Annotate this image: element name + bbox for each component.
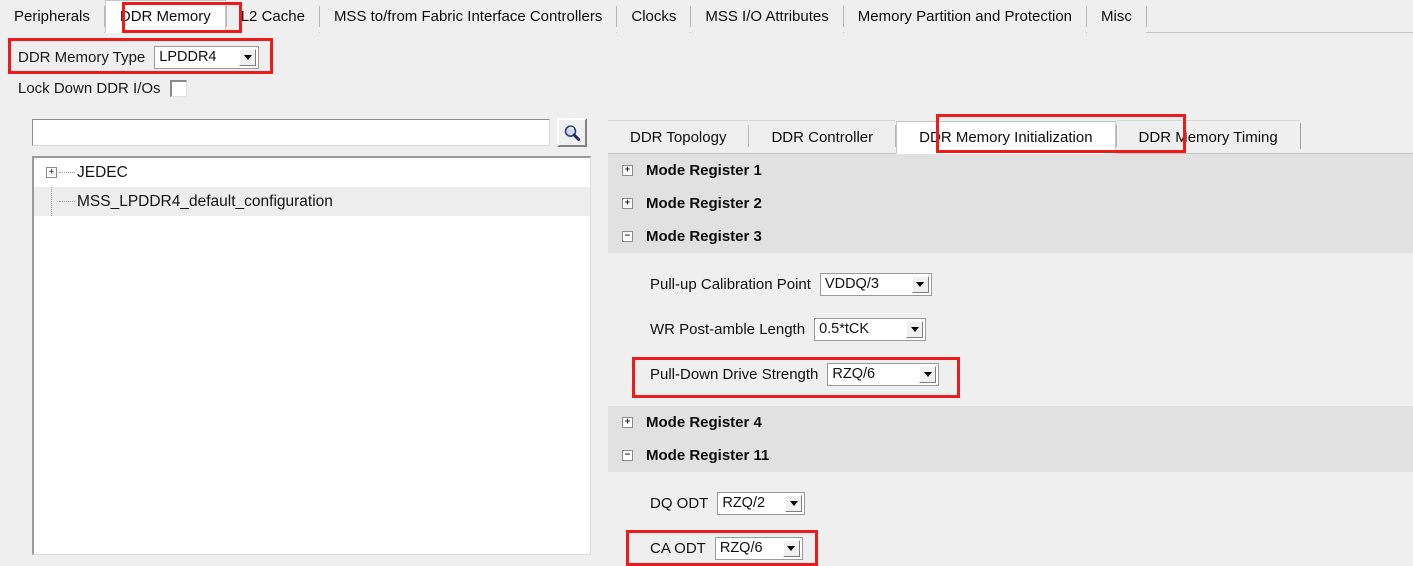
field-row-wr-post-amble-length: WR Post-amble Length 0.5*tCK bbox=[608, 307, 1413, 352]
tab-mss-i-o-attributes[interactable]: MSS I/O Attributes bbox=[691, 0, 843, 33]
lock-down-ddr-ios-label: Lock Down DDR I/Os bbox=[18, 79, 161, 97]
tree-connector-dots bbox=[59, 200, 75, 203]
section-title: Mode Register 1 bbox=[646, 162, 762, 179]
field-row-ca-odt: CA ODT RZQ/6 bbox=[608, 526, 1413, 566]
tab-clocks[interactable]: Clocks bbox=[617, 0, 691, 33]
ca-odt-label: CA ODT bbox=[650, 540, 706, 557]
chevron-down-icon[interactable] bbox=[906, 321, 924, 338]
section-header-mode-register-4[interactable]: + Mode Register 4 bbox=[608, 406, 1413, 439]
chevron-down-icon[interactable] bbox=[919, 366, 937, 383]
dq-odt-label: DQ ODT bbox=[650, 495, 709, 512]
expand-icon[interactable]: + bbox=[46, 167, 57, 178]
search-icon bbox=[564, 124, 581, 141]
tree-item-label: JEDEC bbox=[77, 163, 128, 181]
pull-down-drive-strength-label: Pull-Down Drive Strength bbox=[650, 366, 819, 383]
tab-peripherals[interactable]: Peripherals bbox=[0, 0, 104, 33]
ddr-memory-initialization-panel: + Mode Register 1 + Mode Register 2 − Mode Re… bbox=[608, 154, 1413, 566]
configuration-tree-panel[interactable]: + JEDEC MSS_LPDDR4_default_configuration bbox=[32, 156, 591, 555]
tree-item-jedec[interactable]: + JEDEC bbox=[34, 158, 590, 187]
lock-down-ddr-ios-row: Lock Down DDR I/Os bbox=[18, 76, 187, 100]
expand-icon[interactable]: + bbox=[622, 198, 633, 209]
tree-connector-line bbox=[51, 187, 53, 216]
tab-ddr-topology[interactable]: DDR Topology bbox=[608, 120, 749, 153]
pull-up-calibration-point-value: VDDQ/3 bbox=[824, 276, 879, 292]
section-spacer bbox=[608, 253, 1413, 262]
ddr-memory-type-label: DDR Memory Type bbox=[18, 48, 146, 66]
chevron-down-icon[interactable] bbox=[782, 540, 800, 557]
main-tab-bar: Peripherals DDR Memory L2 Cache MSS to/from… bbox=[0, 0, 1413, 33]
section-title: Mode Register 3 bbox=[646, 228, 762, 245]
ddr-settings-tab-bar: DDR Topology DDR Controller DDR Memory Ini… bbox=[608, 118, 1413, 154]
tree-item-mss-lpddr4-default-configuration[interactable]: MSS_LPDDR4_default_configuration bbox=[34, 187, 590, 216]
tab-mss-to-from-fabric-interface-controllers[interactable]: MSS to/from Fabric Interface Controllers bbox=[319, 0, 617, 33]
section-title: Mode Register 11 bbox=[646, 447, 770, 464]
tab-divider bbox=[1299, 123, 1301, 149]
tab-ddr-memory-timing[interactable]: DDR Memory Timing bbox=[1116, 120, 1300, 153]
search-input[interactable] bbox=[32, 119, 550, 146]
section-spacer bbox=[608, 397, 1413, 406]
section-header-mode-register-3[interactable]: − Mode Register 3 bbox=[608, 220, 1413, 253]
expand-icon[interactable]: + bbox=[622, 165, 633, 176]
ddr-memory-type-row: DDR Memory Type LPDDR4 bbox=[18, 44, 260, 70]
search-row bbox=[32, 118, 587, 147]
collapse-icon[interactable]: − bbox=[622, 231, 633, 242]
lock-down-ddr-ios-checkbox[interactable] bbox=[169, 79, 187, 97]
tab-memory-partition-and-protection[interactable]: Memory Partition and Protection bbox=[843, 0, 1087, 33]
tab-misc[interactable]: Misc bbox=[1087, 0, 1146, 33]
ca-odt-select[interactable]: RZQ/6 bbox=[714, 537, 803, 560]
ddr-memory-type-value: LPDDR4 bbox=[159, 48, 217, 65]
field-row-dq-odt: DQ ODT RZQ/2 bbox=[608, 481, 1413, 526]
ddr-memory-type-select[interactable]: LPDDR4 bbox=[154, 45, 260, 69]
pull-up-calibration-point-select[interactable]: VDDQ/3 bbox=[819, 273, 932, 296]
tab-ddr-memory-initialization[interactable]: DDR Memory Initialization bbox=[896, 121, 1116, 154]
search-button[interactable] bbox=[557, 118, 587, 147]
dq-odt-value: RZQ/2 bbox=[722, 495, 766, 511]
tree-item-label: MSS_LPDDR4_default_configuration bbox=[77, 192, 333, 210]
section-header-mode-register-11[interactable]: − Mode Register 11 bbox=[608, 439, 1413, 472]
collapse-icon[interactable]: − bbox=[622, 450, 633, 461]
section-title: Mode Register 4 bbox=[646, 414, 762, 431]
main-tab-strip: Peripherals DDR Memory L2 Cache MSS to/from… bbox=[0, 0, 1413, 33]
section-header-mode-register-2[interactable]: + Mode Register 2 bbox=[608, 187, 1413, 220]
tree-connector-dots bbox=[59, 171, 75, 174]
pull-down-drive-strength-select[interactable]: RZQ/6 bbox=[827, 363, 940, 386]
pull-up-calibration-point-label: Pull-up Calibration Point bbox=[650, 276, 811, 293]
wr-post-amble-length-label: WR Post-amble Length bbox=[650, 321, 806, 338]
wr-post-amble-length-select[interactable]: 0.5*tCK bbox=[814, 318, 927, 341]
field-row-pull-up-calibration-point: Pull-up Calibration Point VDDQ/3 bbox=[608, 262, 1413, 307]
chevron-down-icon[interactable] bbox=[239, 48, 257, 66]
configuration-tree-list: + JEDEC MSS_LPDDR4_default_configuration bbox=[34, 158, 590, 216]
pull-down-drive-strength-value: RZQ/6 bbox=[832, 366, 876, 382]
tab-l2-cache[interactable]: L2 Cache bbox=[226, 0, 319, 33]
field-row-pull-down-drive-strength: Pull-Down Drive Strength RZQ/6 bbox=[608, 352, 1413, 397]
chevron-down-icon[interactable] bbox=[785, 495, 803, 512]
expand-icon[interactable]: + bbox=[622, 417, 633, 428]
section-title: Mode Register 2 bbox=[646, 195, 762, 212]
section-spacer bbox=[608, 472, 1413, 481]
ca-odt-value: RZQ/6 bbox=[719, 540, 763, 556]
tab-ddr-controller[interactable]: DDR Controller bbox=[749, 120, 896, 153]
tab-divider bbox=[1145, 6, 1147, 27]
section-header-mode-register-1[interactable]: + Mode Register 1 bbox=[608, 154, 1413, 187]
wr-post-amble-length-value: 0.5*tCK bbox=[819, 321, 870, 337]
ddr-settings-tab-strip: DDR Topology DDR Controller DDR Memory Ini… bbox=[608, 118, 1413, 154]
chevron-down-icon[interactable] bbox=[911, 276, 929, 293]
dq-odt-select[interactable]: RZQ/2 bbox=[717, 492, 806, 515]
tab-ddr-memory[interactable]: DDR Memory bbox=[104, 0, 226, 33]
